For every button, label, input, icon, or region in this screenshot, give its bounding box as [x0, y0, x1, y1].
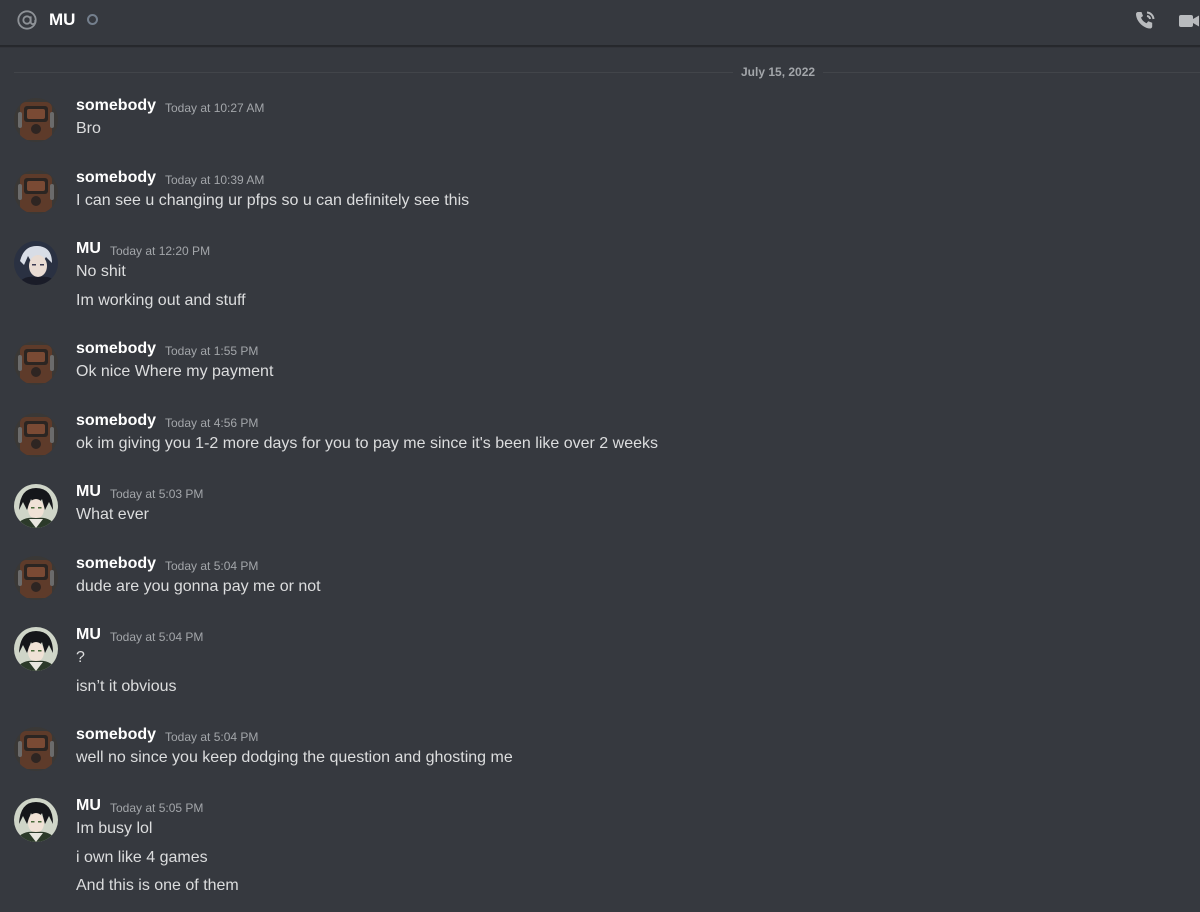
channel-header: MU — [0, 0, 1200, 46]
message-author[interactable]: somebody — [76, 725, 156, 745]
brown-device-avatar[interactable] — [14, 727, 58, 771]
message-timestamp: Today at 12:20 PM — [110, 244, 211, 258]
message-text: Ok nice Where my payment — [76, 363, 274, 380]
message-timestamp: Today at 5:03 PM — [110, 487, 204, 501]
message-text: Im busy lol — [76, 820, 153, 837]
message-text: dude are you gonna pay me or not — [76, 578, 321, 595]
silver-hair-anime-avatar[interactable] — [14, 241, 58, 285]
message-text: isn’t it obvious — [76, 678, 177, 695]
message-timestamp: Today at 10:27 AM — [165, 101, 265, 115]
message-timestamp: Today at 5:04 PM — [165, 559, 259, 573]
message-timestamp: Today at 1:55 PM — [165, 344, 259, 358]
dark-hair-anime-avatar[interactable] — [14, 627, 58, 671]
video-camera-icon[interactable] — [1177, 9, 1200, 33]
date-divider — [14, 72, 1200, 73]
brown-device-avatar[interactable] — [14, 98, 58, 142]
message-text: well no since you keep dodging the quest… — [76, 749, 513, 766]
at-icon — [17, 10, 37, 30]
message-author[interactable]: MU — [76, 482, 101, 502]
message-author[interactable]: somebody — [76, 411, 156, 431]
message-timestamp: Today at 5:04 PM — [165, 730, 259, 744]
message-timestamp: Today at 5:04 PM — [110, 630, 204, 644]
message-text: Bro — [76, 120, 101, 137]
message-author[interactable]: MU — [76, 796, 101, 816]
message-timestamp: Today at 4:56 PM — [165, 416, 259, 430]
date-divider-label: July 15, 2022 — [733, 65, 824, 80]
message-text: What ever — [76, 506, 149, 523]
message-timestamp: Today at 10:39 AM — [165, 173, 265, 187]
brown-device-avatar[interactable] — [14, 556, 58, 600]
message-text: No shit — [76, 263, 126, 280]
brown-device-avatar[interactable] — [14, 341, 58, 385]
dark-hair-anime-avatar[interactable] — [14, 798, 58, 842]
message-author[interactable]: somebody — [76, 168, 156, 188]
message-author[interactable]: somebody — [76, 96, 156, 116]
message-text: ok im giving you 1-2 more days for you t… — [76, 435, 658, 452]
message-text: Im working out and stuff — [76, 292, 246, 309]
message-text: i own like 4 games — [76, 849, 208, 866]
brown-device-avatar[interactable] — [14, 170, 58, 214]
channel-title: MU — [49, 10, 76, 29]
message-text: And this is one of them — [76, 877, 239, 894]
message-author[interactable]: MU — [76, 239, 101, 259]
dark-hair-anime-avatar[interactable] — [14, 484, 58, 528]
brown-device-avatar[interactable] — [14, 413, 58, 457]
phone-call-icon[interactable] — [1133, 9, 1157, 33]
message-author[interactable]: somebody — [76, 339, 156, 359]
message-author[interactable]: MU — [76, 625, 101, 645]
message-author[interactable]: somebody — [76, 554, 156, 574]
message-timestamp: Today at 5:05 PM — [110, 801, 204, 815]
message-text: ? — [76, 649, 85, 666]
status-indicator-icon — [87, 14, 98, 25]
message-text: I can see u changing ur pfps so u can de… — [76, 192, 470, 209]
